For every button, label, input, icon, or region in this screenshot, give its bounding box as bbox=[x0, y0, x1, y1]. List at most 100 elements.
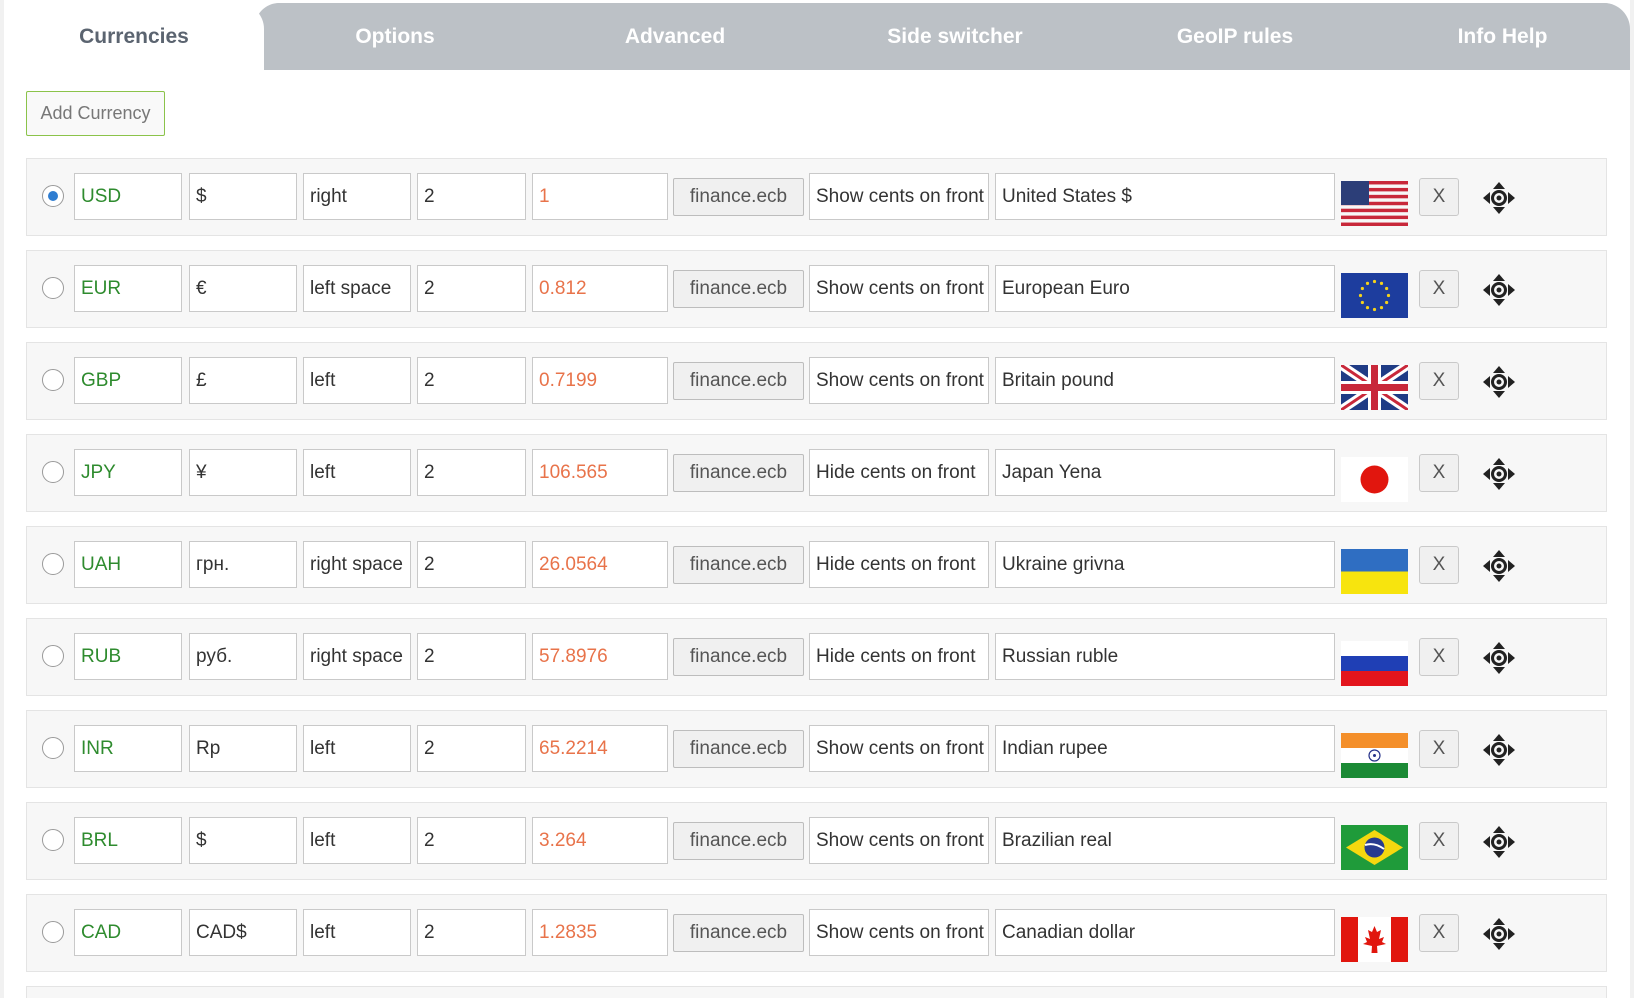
us-flag-icon[interactable] bbox=[1341, 181, 1408, 226]
ru-flag-icon[interactable] bbox=[1341, 641, 1408, 686]
delete-currency-button[interactable]: X bbox=[1419, 362, 1459, 400]
exchange-rate-input[interactable]: 65.2214 bbox=[532, 725, 668, 772]
ua-flag-icon[interactable] bbox=[1341, 549, 1408, 594]
symbol-position-select[interactable]: left bbox=[303, 449, 411, 496]
br-flag-icon[interactable] bbox=[1341, 825, 1408, 870]
drag-move-icon[interactable] bbox=[1482, 825, 1516, 859]
default-currency-radio[interactable] bbox=[42, 737, 64, 759]
decimals-select[interactable]: 2 bbox=[417, 817, 526, 864]
currency-description-input[interactable]: Ukraine grivna bbox=[995, 541, 1335, 588]
symbol-position-select[interactable]: left space bbox=[303, 265, 411, 312]
symbol-position-select[interactable]: left bbox=[303, 909, 411, 956]
currency-symbol-input[interactable]: Rp bbox=[189, 725, 297, 772]
tab-side-switcher[interactable]: Side switcher bbox=[815, 3, 1095, 70]
decimals-select[interactable]: 2 bbox=[417, 725, 526, 772]
delete-currency-button[interactable]: X bbox=[1419, 546, 1459, 584]
cents-display-select[interactable]: Hide cents on front bbox=[809, 541, 989, 588]
currency-description-input[interactable]: Russian ruble bbox=[995, 633, 1335, 680]
gb-flag-icon[interactable] bbox=[1341, 365, 1408, 410]
exchange-rate-input[interactable]: 3.264 bbox=[532, 817, 668, 864]
tab-advanced[interactable]: Advanced bbox=[535, 3, 815, 70]
drag-move-icon[interactable] bbox=[1482, 549, 1516, 583]
default-currency-radio[interactable] bbox=[42, 553, 64, 575]
delete-currency-button[interactable]: X bbox=[1419, 730, 1459, 768]
symbol-position-select[interactable]: left bbox=[303, 357, 411, 404]
default-currency-radio[interactable] bbox=[42, 461, 64, 483]
exchange-rate-input[interactable]: 0.7199 bbox=[532, 357, 668, 404]
currency-symbol-input[interactable]: $ bbox=[189, 173, 297, 220]
exchange-rate-input[interactable]: 106.565 bbox=[532, 449, 668, 496]
delete-currency-button[interactable]: X bbox=[1419, 178, 1459, 216]
symbol-position-select[interactable]: right bbox=[303, 173, 411, 220]
delete-currency-button[interactable]: X bbox=[1419, 270, 1459, 308]
decimals-select[interactable]: 2 bbox=[417, 449, 526, 496]
tab-info-help[interactable]: Info Help bbox=[1375, 3, 1630, 70]
currency-symbol-input[interactable]: £ bbox=[189, 357, 297, 404]
exchange-rate-input[interactable]: 57.8976 bbox=[532, 633, 668, 680]
default-currency-radio[interactable] bbox=[42, 921, 64, 943]
cents-display-select[interactable]: Show cents on front bbox=[809, 173, 989, 220]
tab-geoip-rules[interactable]: GeoIP rules bbox=[1095, 3, 1375, 70]
currency-description-input[interactable]: European Euro bbox=[995, 265, 1335, 312]
currency-symbol-input[interactable]: ¥ bbox=[189, 449, 297, 496]
currency-description-input[interactable]: Japan Yena bbox=[995, 449, 1335, 496]
symbol-position-select[interactable]: right space bbox=[303, 633, 411, 680]
exchange-rate-input[interactable]: 1.2835 bbox=[532, 909, 668, 956]
drag-move-icon[interactable] bbox=[1482, 457, 1516, 491]
currency-code-input[interactable]: BRL bbox=[74, 817, 182, 864]
currency-code-input[interactable]: UAH bbox=[74, 541, 182, 588]
decimals-select[interactable]: 2 bbox=[417, 541, 526, 588]
currency-code-input[interactable]: JPY bbox=[74, 449, 182, 496]
symbol-position-select[interactable]: left bbox=[303, 817, 411, 864]
decimals-select[interactable]: 2 bbox=[417, 909, 526, 956]
in-flag-icon[interactable] bbox=[1341, 733, 1408, 778]
rate-source-button[interactable]: finance.ecb bbox=[673, 454, 804, 492]
currency-symbol-input[interactable]: CAD$ bbox=[189, 909, 297, 956]
rate-source-button[interactable]: finance.ecb bbox=[673, 270, 804, 308]
currency-symbol-input[interactable]: руб. bbox=[189, 633, 297, 680]
drag-move-icon[interactable] bbox=[1482, 365, 1516, 399]
rate-source-button[interactable]: finance.ecb bbox=[673, 822, 804, 860]
currency-code-input[interactable]: INR bbox=[74, 725, 182, 772]
exchange-rate-input[interactable]: 1 bbox=[532, 173, 668, 220]
drag-move-icon[interactable] bbox=[1482, 733, 1516, 767]
rate-source-button[interactable]: finance.ecb bbox=[673, 730, 804, 768]
cents-display-select[interactable]: Show cents on front bbox=[809, 725, 989, 772]
decimals-select[interactable]: 2 bbox=[417, 173, 526, 220]
cents-display-select[interactable]: Show cents on front bbox=[809, 909, 989, 956]
cents-display-select[interactable]: Show cents on front bbox=[809, 817, 989, 864]
delete-currency-button[interactable]: X bbox=[1419, 822, 1459, 860]
drag-move-icon[interactable] bbox=[1482, 641, 1516, 675]
delete-currency-button[interactable]: X bbox=[1419, 454, 1459, 492]
currency-symbol-input[interactable]: $ bbox=[189, 817, 297, 864]
add-currency-button[interactable]: Add Currency bbox=[26, 91, 165, 136]
currency-symbol-input[interactable]: € bbox=[189, 265, 297, 312]
currency-description-input[interactable]: Indian rupee bbox=[995, 725, 1335, 772]
cents-display-select[interactable]: Hide cents on front bbox=[809, 633, 989, 680]
eu-flag-icon[interactable] bbox=[1341, 273, 1408, 318]
symbol-position-select[interactable]: left bbox=[303, 725, 411, 772]
symbol-position-select[interactable]: right space bbox=[303, 541, 411, 588]
tab-options[interactable]: Options bbox=[255, 3, 535, 70]
tab-currencies[interactable]: Currencies bbox=[4, 3, 264, 70]
currency-code-input[interactable]: GBP bbox=[74, 357, 182, 404]
currency-code-input[interactable]: EUR bbox=[74, 265, 182, 312]
default-currency-radio[interactable] bbox=[42, 277, 64, 299]
drag-move-icon[interactable] bbox=[1482, 181, 1516, 215]
rate-source-button[interactable]: finance.ecb bbox=[673, 178, 804, 216]
exchange-rate-input[interactable]: 0.812 bbox=[532, 265, 668, 312]
currency-description-input[interactable]: Brazilian real bbox=[995, 817, 1335, 864]
default-currency-radio[interactable] bbox=[42, 829, 64, 851]
rate-source-button[interactable]: finance.ecb bbox=[673, 362, 804, 400]
cents-display-select[interactable]: Show cents on front bbox=[809, 265, 989, 312]
default-currency-radio[interactable] bbox=[42, 185, 64, 207]
cents-display-select[interactable]: Show cents on front bbox=[809, 357, 989, 404]
drag-move-icon[interactable] bbox=[1482, 917, 1516, 951]
rate-source-button[interactable]: finance.ecb bbox=[673, 914, 804, 952]
currency-description-input[interactable]: Canadian dollar bbox=[995, 909, 1335, 956]
default-currency-radio[interactable] bbox=[42, 645, 64, 667]
decimals-select[interactable]: 2 bbox=[417, 265, 526, 312]
currency-description-input[interactable]: Britain pound bbox=[995, 357, 1335, 404]
rate-source-button[interactable]: finance.ecb bbox=[673, 638, 804, 676]
decimals-select[interactable]: 2 bbox=[417, 357, 526, 404]
